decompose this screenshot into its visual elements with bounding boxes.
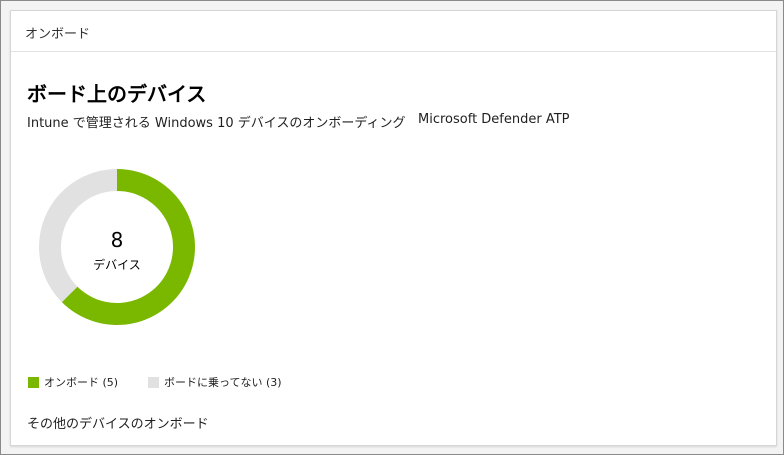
onboarding-card: オンボード ボード上のデバイス Intune で管理される Windows 10… [10, 10, 777, 446]
onboard-other-devices-link[interactable]: その他のデバイスのオンボード [27, 413, 209, 432]
card-header: オンボード [11, 11, 776, 52]
legend-label-not-onboarded: ボードに乗ってない (3) [164, 376, 282, 389]
legend-label-onboarded: オンボード (5) [44, 376, 119, 389]
section-subtitle: Intune で管理される Windows 10 デバイスのオンボーディング [27, 116, 406, 131]
window-frame: オンボード ボード上のデバイス Intune で管理される Windows 10… [0, 0, 784, 455]
legend-item-onboarded[interactable]: オンボード (5) [28, 374, 118, 390]
legend-swatch-onboarded [28, 376, 39, 388]
section-title: ボード上のデバイス [27, 82, 207, 106]
legend-item-not-onboarded[interactable]: ボードに乗ってない (3) [148, 374, 282, 390]
devices-donut-chart[interactable]: 8 デバイス [38, 168, 196, 326]
legend-swatch-not-onboarded [148, 376, 159, 388]
card-header-title: オンボード [25, 27, 91, 42]
defender-atp-label: Microsoft Defender ATP [418, 112, 570, 127]
donut-center-label: デバイス [93, 258, 141, 272]
donut-center-value: 8 [110, 228, 124, 252]
